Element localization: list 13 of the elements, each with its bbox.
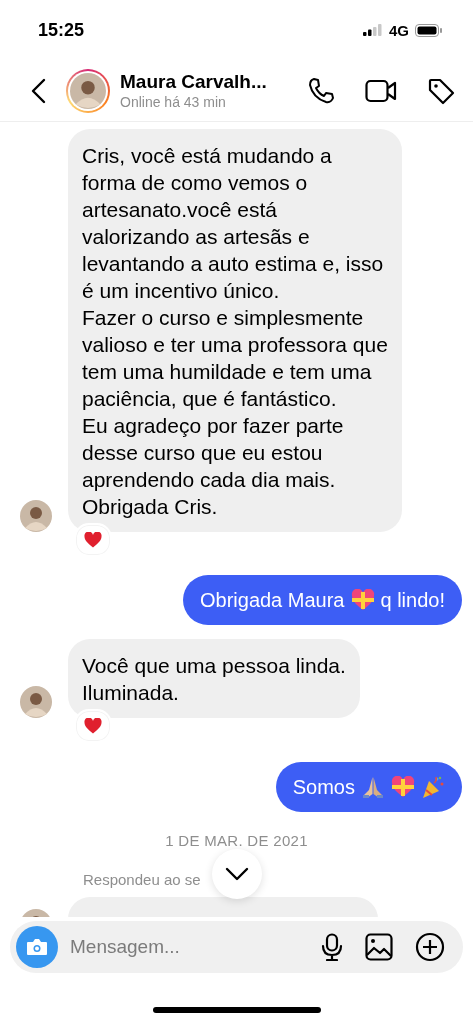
date-separator: 1 DE MAR. DE 2021 [165, 832, 308, 849]
message-bubble: Cris, você está mudando a forma de como vemos o artesanato.você está valorizando as artesãs e levantando a auto estima e, isso é um incentivo único. Fazer o curso e simplesmente valioso e ter uma professora que tem uma humildade e tem uma paciência, que é fantástico. Eu agradeço por fazer parte desse curso que eu estou aprendendo cada dia mais. Obrigada Cris. [68, 129, 402, 532]
network-label: 4G [389, 21, 409, 39]
status-time: 15:25 [38, 19, 85, 41]
message-text: q lindo! [380, 588, 445, 612]
message-bubble: Você que uma pessoa linda. Iluminada. [68, 639, 360, 718]
message-composer[interactable]: Mensagem... [10, 921, 463, 973]
message-text: Somos [292, 775, 355, 799]
message-text: Obrigada Maura [199, 588, 345, 612]
presence-status: Online há 43 min [120, 94, 227, 110]
reply-note: Respondeu ao se [83, 871, 201, 888]
message-input[interactable]: Mensagem... [68, 935, 321, 959]
contact-name[interactable]: Maura Carvalh... [120, 71, 307, 93]
